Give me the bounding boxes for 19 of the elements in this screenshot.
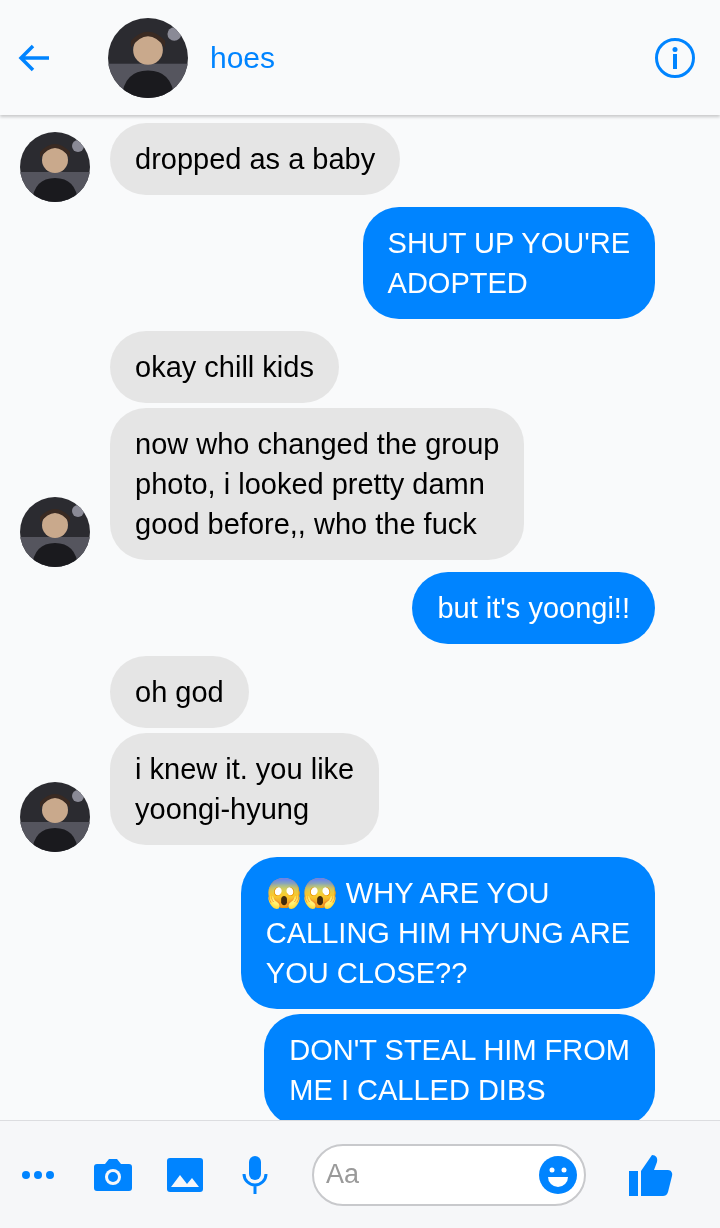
message-bubble: SHUT UP YOU'RE ADOPTED [362,207,655,319]
microphone-icon[interactable] [241,1154,269,1195]
message-bubble: okay chill kids [110,331,339,403]
message-bubble: but it's yoongi!! [412,572,655,644]
info-icon[interactable] [654,36,696,79]
thumbs-up-icon[interactable] [628,1152,674,1197]
message-bubble: now who changed the group photo, i looked pretty damn good before,, who the fuck [110,408,525,560]
emoji-icon[interactable] [538,1154,578,1195]
image-icon[interactable] [167,1157,203,1192]
message-bubble: dropped as a baby [110,123,401,195]
camera-icon[interactable] [93,1157,133,1192]
message-bubble: 😱😱 WHY ARE YOU CALLING HIM HYUNG ARE YOU CLOSE?? [240,857,655,1009]
message-bubble: oh god [110,656,249,728]
back-icon[interactable] [17,42,51,73]
message-bubble: i knew it. you like yoongi-hyung [110,733,380,845]
more-icon[interactable] [21,1169,55,1180]
chat-title: hoes [210,40,276,75]
message-field[interactable]: Aa [312,1143,586,1206]
message-bubble: DON'T STEAL HIM FROM ME I CALLED DIBS [264,1014,655,1120]
